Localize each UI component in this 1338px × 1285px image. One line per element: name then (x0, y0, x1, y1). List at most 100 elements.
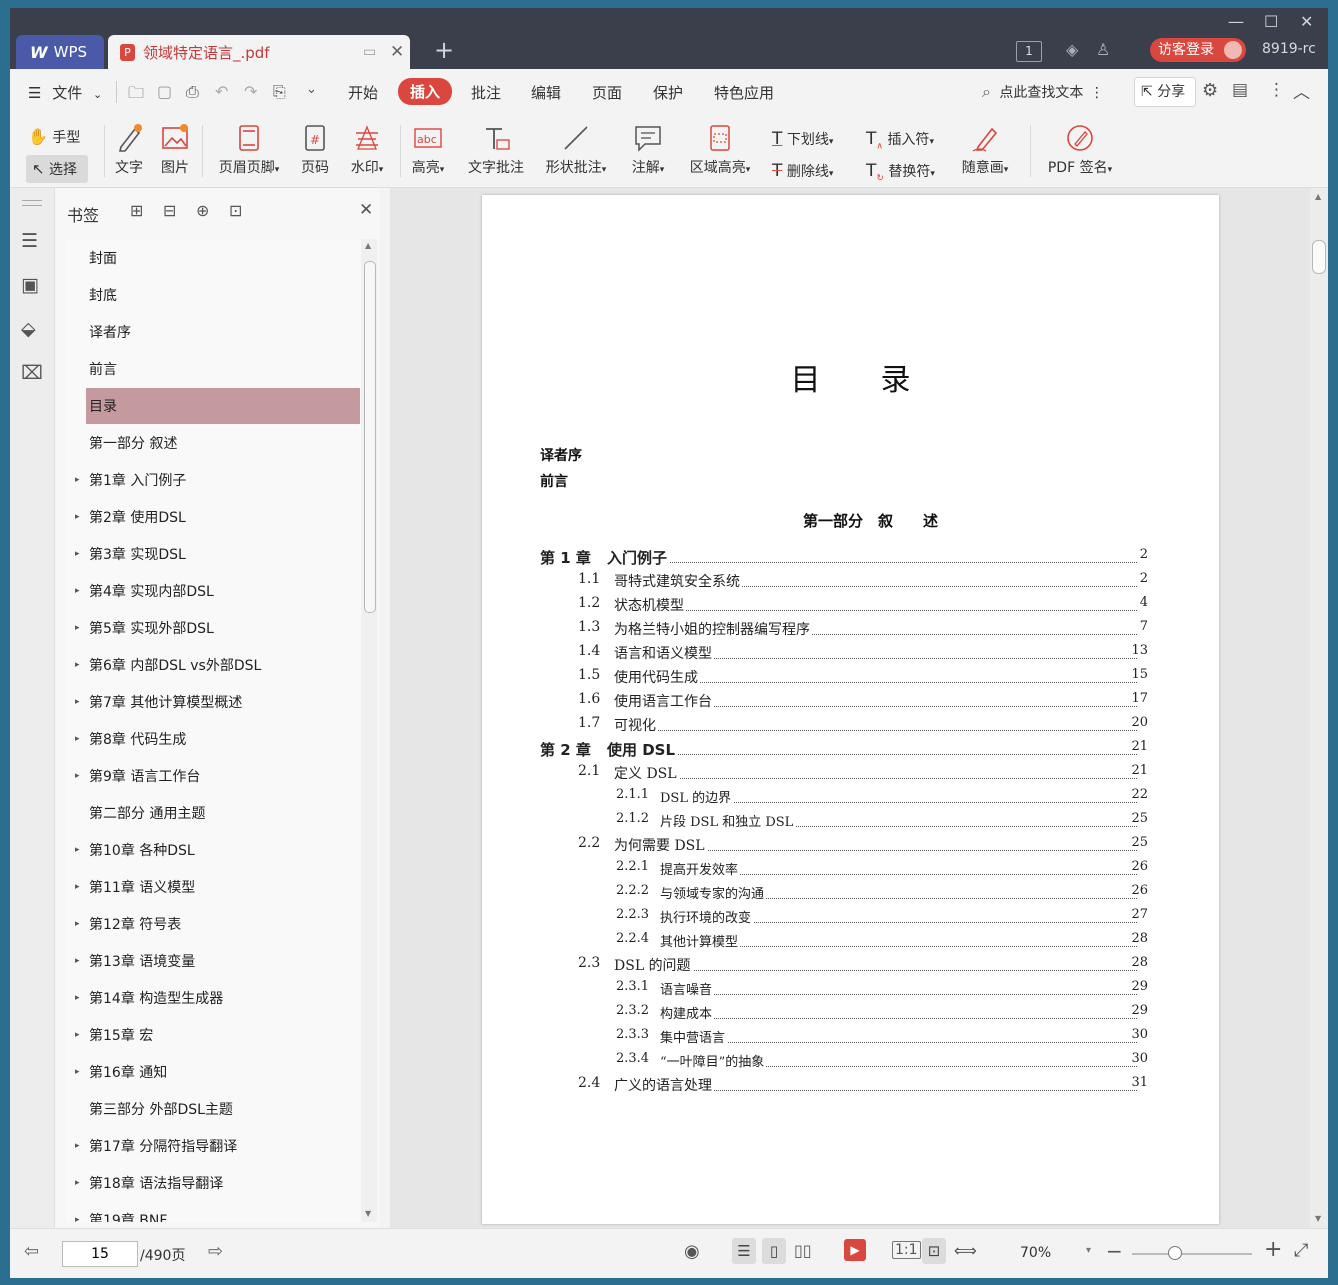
toc-entry[interactable]: 2.1 定义 DSL 21 (482, 763, 1219, 785)
open-icon[interactable]: 🗀 (128, 82, 144, 109)
signature-panel-icon[interactable]: ⌧ (21, 362, 43, 384)
document-scrollbar[interactable]: ▲ ▼ (1310, 188, 1328, 1228)
expand-arrow-icon[interactable]: ▸ (75, 771, 80, 781)
bookmark-item[interactable]: ▸ 第4章 实现内部DSL (66, 573, 360, 609)
close-panel-icon[interactable]: ✕ (359, 200, 373, 220)
select-tool-button[interactable]: ↖ 选择 (26, 155, 88, 183)
toc-entry[interactable]: 2.1.1 DSL 的边界 22 (482, 787, 1219, 809)
toc-entry[interactable]: 1.7 可视化 20 (482, 715, 1219, 737)
expand-arrow-icon[interactable]: ▸ (75, 882, 80, 892)
bookmark-item[interactable]: ▸ 第3章 实现DSL (66, 536, 360, 572)
document-viewport[interactable]: 目 录 译者序 前言 第一部分 叙 述 第 1 章入门例子 2 1.1 哥特式建筑安全系… (390, 188, 1328, 1228)
bookmark-item[interactable]: ▸ 第7章 其他计算模型概述 (66, 684, 360, 720)
bookmark-item[interactable]: ▸ 第16章 通知 (66, 1054, 360, 1090)
undo-icon[interactable]: ↶ (215, 82, 228, 101)
bookmark-item[interactable]: ▸ 第11章 语义模型 (66, 869, 360, 905)
minimize-icon[interactable]: — (1228, 12, 1244, 31)
more-icon[interactable]: ⋮ (1268, 80, 1285, 100)
bookmark-list-icon[interactable]: ☰ (21, 230, 38, 252)
bookmark-item[interactable]: 前言 (66, 351, 360, 387)
toc-entry[interactable]: 2.4 广义的语言处理 31 (482, 1075, 1219, 1097)
underline-button[interactable]: T 下划线▾ (772, 129, 833, 149)
expand-arrow-icon[interactable]: ▸ (75, 845, 80, 855)
toc-entry[interactable]: 2.3.1 语言噪音 29 (482, 979, 1219, 1001)
bookmark-item[interactable]: ▸ 第12章 符号表 (66, 906, 360, 942)
text-note-button[interactable]: 文字批注 (464, 123, 528, 177)
settings-icon[interactable]: ⚙ (1202, 80, 1218, 101)
shape-note-button[interactable]: 形状批注▾ (540, 123, 612, 177)
expand-arrow-icon[interactable]: ▸ (75, 1178, 80, 1188)
bookmark-item[interactable]: ▸ 第9章 语言工作台 (66, 758, 360, 794)
toc-entry[interactable]: 2.2.1 提高开发效率 26 (482, 859, 1219, 881)
bookmark-item[interactable]: ▸ 第8章 代码生成 (66, 721, 360, 757)
bookmark-item[interactable]: ▸ 第17章 分隔符指导翻译 (66, 1128, 360, 1164)
close-window-icon[interactable]: ✕ (1300, 12, 1313, 31)
watermark-button[interactable]: 水印▾ (344, 123, 390, 177)
expand-arrow-icon[interactable]: ▸ (75, 475, 80, 485)
collapse-all-icon[interactable]: ⊟ (163, 201, 176, 220)
bookmark-item[interactable]: 第三部分 外部DSL主题 (66, 1091, 360, 1127)
expand-arrow-icon[interactable]: ▸ (75, 993, 80, 1003)
two-page-icon[interactable]: ▯▯ (794, 1241, 812, 1260)
fullscreen-icon[interactable]: ⤢ (1294, 1240, 1308, 1261)
zoom-in-icon[interactable]: + (1264, 1237, 1282, 1262)
zoom-level[interactable]: 70% (1020, 1245, 1051, 1261)
page-number-input[interactable] (62, 1241, 138, 1267)
strikethrough-button[interactable]: T 删除线▾ (772, 161, 833, 181)
menu-page[interactable]: 页面 (592, 82, 622, 103)
menu-start[interactable]: 开始 (348, 82, 378, 103)
skin-icon[interactable]: ◈ (1066, 40, 1078, 59)
expand-arrow-icon[interactable]: ▸ (75, 956, 80, 966)
bookmark-item[interactable]: 封面 (66, 240, 360, 276)
bookmark-item[interactable]: ▸ 第2章 使用DSL (66, 499, 360, 535)
page-number-button[interactable]: # 页码 (298, 123, 332, 177)
redo-icon[interactable]: ↷ (244, 82, 257, 101)
bookmark-scrollbar[interactable]: ▲ ▼ (361, 239, 377, 1222)
toc-entry[interactable]: 2.3.4 “一叶障目”的抽象 30 (482, 1051, 1219, 1073)
expand-arrow-icon[interactable]: ▸ (75, 1030, 80, 1040)
actual-size-icon[interactable]: 1:1 (892, 1241, 921, 1259)
bookmark-item[interactable]: ▸ 第15章 宏 (66, 1017, 360, 1053)
prev-page-icon[interactable]: ⇦ (24, 1241, 39, 1262)
toc-entry[interactable]: 2.3.2 构建成本 29 (482, 1003, 1219, 1025)
stamp-icon[interactable]: ⬙ (21, 318, 36, 340)
expand-arrow-icon[interactable]: ▸ (75, 549, 80, 559)
menu-protect[interactable]: 保护 (653, 82, 683, 103)
new-tab-button[interactable]: + (434, 36, 454, 64)
shirt-icon[interactable]: ♙ (1096, 40, 1110, 59)
toc-entry[interactable]: 2.3 DSL 的问题 28 (482, 955, 1219, 977)
toc-entry[interactable]: 1.5 使用代码生成 15 (482, 667, 1219, 689)
annotation-button[interactable]: 注解▾ (626, 123, 670, 177)
menu-comment[interactable]: 批注 (471, 82, 501, 103)
zoom-slider[interactable] (1132, 1246, 1252, 1260)
zoom-slider-handle[interactable] (1168, 1246, 1182, 1260)
insert-mark-button[interactable]: T∧ 插入符▾ (866, 129, 934, 151)
bookmark-item[interactable]: ▸ 第10章 各种DSL (66, 832, 360, 868)
freehand-button[interactable]: 随意画▾ (956, 123, 1014, 177)
bookmark-item[interactable]: ▸ 第14章 构造型生成器 (66, 980, 360, 1016)
toc-entry[interactable]: 1.1 哥特式建筑安全系统 2 (482, 571, 1219, 593)
search-text-button[interactable]: ⌕ 点此查找文本 ⋮ (982, 82, 1104, 102)
toc-entry[interactable]: 2.1.2 片段 DSL 和独立 DSL 25 (482, 811, 1219, 833)
bookmark-item[interactable]: ▸ 第19章 BNF (66, 1202, 360, 1222)
replace-mark-button[interactable]: T↻ 替换符▾ (866, 161, 935, 183)
expand-arrow-icon[interactable]: ▸ (75, 623, 80, 633)
collapse-ribbon-icon[interactable]: ︿ (1293, 78, 1310, 103)
toc-entry[interactable]: 2.2.4 其他计算模型 28 (482, 931, 1219, 953)
insert-text-button[interactable]: 文字 (112, 123, 146, 177)
more-quick-icon[interactable]: ⌄ (306, 82, 317, 97)
bookmark-item[interactable]: 第二部分 通用主题 (66, 795, 360, 831)
tab-document[interactable]: P 领域特定语言_.pdf ▭ ✕ (108, 35, 410, 69)
file-menu[interactable]: ☰ 文件 ⌄ (28, 82, 102, 103)
expand-arrow-icon[interactable]: ▸ (75, 1215, 80, 1222)
maximize-icon[interactable]: ☐ (1264, 12, 1278, 31)
continuous-view-icon[interactable]: ☰ (732, 1238, 756, 1264)
bookmark-item[interactable]: 第一部分 叙述 (66, 425, 360, 461)
print-icon[interactable]: ⎙ (186, 82, 199, 102)
single-page-icon[interactable]: ▯ (762, 1238, 786, 1264)
toc-entry[interactable]: 2.2 为何需要 DSL 25 (482, 835, 1219, 857)
play-icon[interactable]: ▶ (844, 1239, 866, 1261)
expand-arrow-icon[interactable]: ▸ (75, 734, 80, 744)
toc-entry[interactable]: 第 2 章使用 DSL 21 (482, 739, 1219, 761)
menu-insert[interactable]: 插入 (398, 78, 453, 105)
